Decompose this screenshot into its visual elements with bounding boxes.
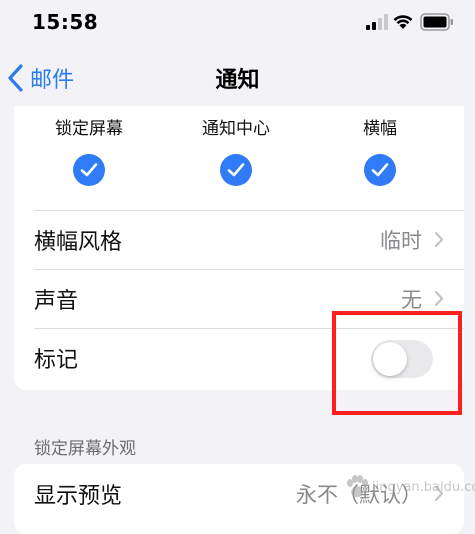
- checkmark-icon: [220, 154, 252, 186]
- watermark-text: jingyan.baidu.com: [372, 480, 475, 495]
- alert-option-label: 通知中心: [202, 119, 270, 139]
- row-label: 标记: [34, 348, 79, 373]
- row-label: 显示预览: [34, 484, 123, 509]
- status-time: 15:58: [32, 10, 99, 34]
- paw-logo-icon: [347, 475, 368, 498]
- alert-option-banners[interactable]: 横幅: [305, 106, 455, 210]
- row-label: 横幅风格: [34, 230, 123, 255]
- alert-option-notification-center[interactable]: 通知中心: [161, 106, 311, 210]
- alert-option-label: 横幅: [363, 119, 397, 139]
- alert-styles: 锁定屏幕 通知中心 横幅: [14, 106, 464, 210]
- wifi-icon: [393, 15, 413, 29]
- divider: [34, 269, 464, 270]
- chevron-right-icon: [434, 290, 444, 307]
- row-value: 无: [401, 288, 422, 312]
- row-value: 临时: [380, 229, 422, 253]
- alert-option-lock-screen[interactable]: 锁定屏幕: [14, 106, 164, 210]
- row-label: 声音: [34, 289, 79, 314]
- battery-icon: [420, 13, 453, 31]
- checkmark-icon: [364, 154, 396, 186]
- divider: [34, 210, 464, 211]
- signal-icon: [366, 14, 388, 30]
- navigation-bar: 邮件 通知: [0, 50, 475, 106]
- watermark: jingyan.baidu.com: [338, 468, 475, 508]
- page-title: 通知: [215, 68, 260, 93]
- chevron-right-icon: [434, 231, 444, 248]
- status-bar: 15:58: [0, 0, 475, 48]
- red-highlight-annotation: [332, 311, 462, 415]
- checkmark-icon: [73, 154, 105, 186]
- row-banner-style[interactable]: 横幅风格 临时: [14, 210, 464, 269]
- alert-option-label: 锁定屏幕: [55, 119, 123, 139]
- section-header-lock-screen-appearance: 锁定屏幕外观: [34, 439, 136, 459]
